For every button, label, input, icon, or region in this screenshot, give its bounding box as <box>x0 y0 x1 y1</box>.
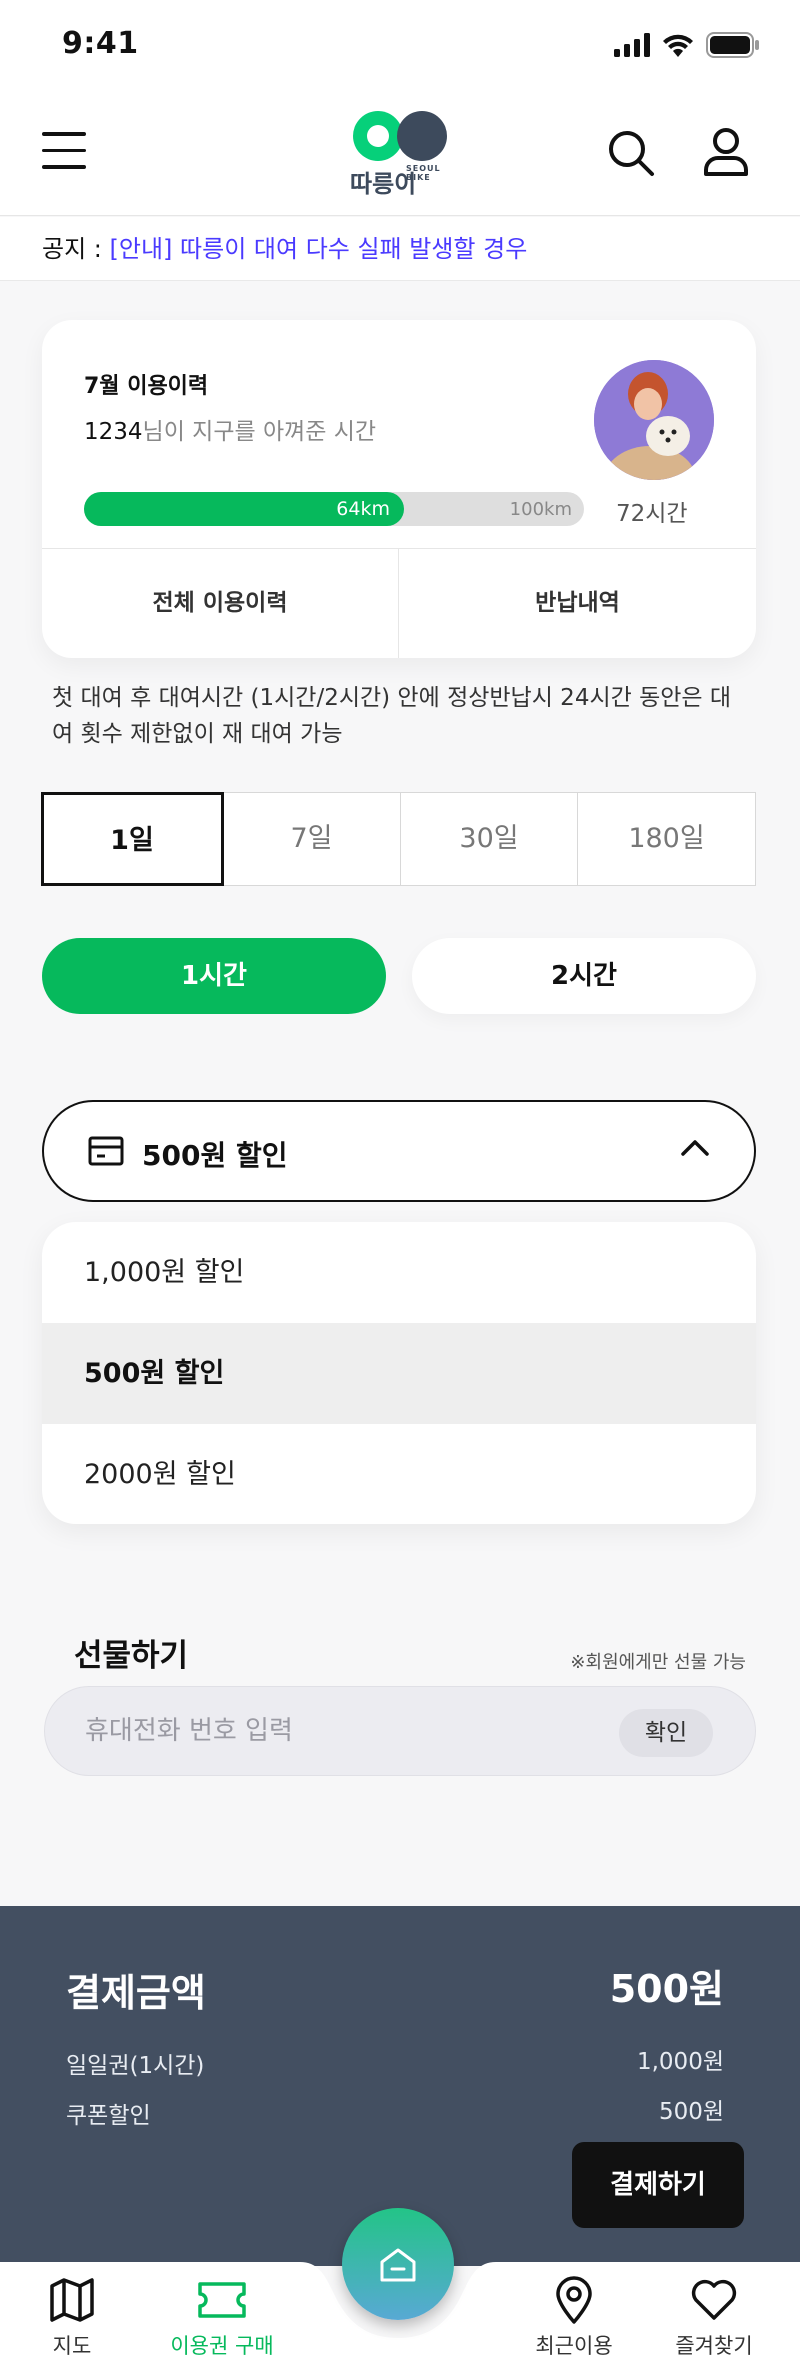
coupon-options-list: 1,000원 할인 500원 할인 2000원 할인 <box>42 1222 756 1524</box>
payment-title: 결제금액 <box>66 1971 206 2015</box>
app-header: 따릉이 SEOUL BIKE <box>0 92 800 216</box>
payment-discount-label: 쿠폰할인 <box>66 2103 151 2129</box>
distance-progress-bar: 64km 100km <box>84 492 584 526</box>
battery-icon <box>706 32 759 58</box>
gift-confirm-button[interactable]: 확인 <box>619 1709 713 1757</box>
app-logo[interactable]: 따릉이 SEOUL BIKE <box>348 110 452 200</box>
tab-1day[interactable]: 1일 <box>40 792 224 886</box>
menu-button[interactable] <box>42 132 90 176</box>
notice-bar: 공지 : [안내] 따릉이 대여 다수 실패 발생할 경우 <box>0 217 800 281</box>
usage-user-count: 1234 <box>84 419 143 445</box>
coupon-option[interactable]: 2000원 할인 <box>42 1424 756 1524</box>
payment-item-value: 1,000원 <box>636 2049 724 2075</box>
nav-recent[interactable]: 최근이용 <box>504 2262 644 2370</box>
distance-progress-fill: 64km <box>84 492 404 526</box>
status-bar: 9:41 <box>0 0 800 92</box>
all-history-button[interactable]: 전체 이용이력 <box>42 549 399 658</box>
tab-7day[interactable]: 7일 <box>222 792 401 886</box>
gift-title: 선물하기 <box>74 1638 189 1674</box>
hour-1-button[interactable]: 1시간 <box>42 938 386 1014</box>
distance-max: 100km <box>509 499 572 520</box>
home-button[interactable] <box>342 2208 454 2320</box>
ticket-icon <box>198 2282 246 2318</box>
profile-button[interactable] <box>700 126 752 180</box>
payment-discount-value: 500원 <box>658 2099 724 2125</box>
signal-icon <box>614 33 650 57</box>
gift-note: ※회원에게만 선물 가능 <box>570 1652 746 1673</box>
status-icons <box>614 32 760 58</box>
tab-180day[interactable]: 180일 <box>577 792 756 886</box>
location-pin-icon <box>556 2276 592 2324</box>
home-icon <box>380 2248 416 2282</box>
nav-recent-label: 최근이용 <box>535 2334 613 2358</box>
rental-rule-text: 첫 대여 후 대여시간 (1시간/2시간) 안에 정상반납시 24시간 동안은 … <box>52 685 732 747</box>
avatar-photo <box>594 360 714 480</box>
status-time: 9:41 <box>62 26 139 61</box>
menu-line <box>42 165 86 169</box>
user-icon <box>704 128 748 176</box>
hour-2-button[interactable]: 2시간 <box>412 938 756 1014</box>
logo-sub-seoul: SEOUL <box>406 164 441 173</box>
coupon-card-icon <box>88 1136 124 1166</box>
nav-map-label: 지도 <box>52 2334 92 2358</box>
coupon-dropdown[interactable]: 500원 할인 <box>42 1100 756 1202</box>
logo-circles-icon <box>353 111 447 161</box>
return-history-button[interactable]: 반납내역 <box>399 549 756 658</box>
pay-button[interactable]: 결제하기 <box>572 2142 744 2228</box>
logo-sub-bike: BIKE <box>406 173 431 182</box>
coupon-option-selected[interactable]: 500원 할인 <box>42 1323 756 1424</box>
menu-line <box>42 148 86 152</box>
notice-link[interactable]: [안내] 따릉이 대여 다수 실패 발생할 경우 <box>110 235 528 263</box>
usage-subtitle-rest: 님이 지구를 아껴준 시간 <box>142 419 377 445</box>
usage-hours: 72시간 <box>616 501 688 527</box>
tab-30day[interactable]: 30일 <box>399 792 579 886</box>
phone-number-input[interactable] <box>85 1709 605 1753</box>
chevron-up-icon <box>681 1140 709 1156</box>
usage-history-card: 7월 이용이력 1234님이 지구를 아껴준 시간 64km 100km 72시… <box>42 320 756 658</box>
nav-ticket-label: 이용권 구매 <box>170 2334 274 2358</box>
wifi-icon <box>663 34 693 57</box>
nav-favorites[interactable]: 즐겨찾기 <box>644 2262 784 2370</box>
gift-phone-field: 확인 <box>44 1686 756 1776</box>
period-tabs: 1일 7일 30일 180일 <box>40 792 756 886</box>
nav-map[interactable]: 지도 <box>2 2262 142 2370</box>
usage-subtitle: 1234님이 지구를 아껴준 시간 <box>84 412 376 446</box>
heart-icon <box>691 2279 737 2320</box>
payment-total: 500원 <box>609 1967 724 2011</box>
logo-subtext: SEOUL BIKE <box>406 164 441 182</box>
distance-value: 64km <box>336 498 390 520</box>
map-icon <box>50 2278 94 2322</box>
notice-label: 공지 : <box>42 235 110 263</box>
nav-favorites-label: 즐겨찾기 <box>675 2334 753 2358</box>
usage-title: 7월 이용이력 <box>84 374 209 399</box>
nav-ticket[interactable]: 이용권 구매 <box>152 2262 292 2370</box>
payment-item-label: 일일권(1시간) <box>66 2053 205 2079</box>
coupon-selected-value: 500원 할인 <box>142 1139 288 1172</box>
search-icon <box>609 131 654 176</box>
search-button[interactable] <box>606 128 658 180</box>
menu-line <box>42 132 86 136</box>
avatar[interactable] <box>594 360 714 480</box>
coupon-option[interactable]: 1,000원 할인 <box>42 1222 756 1323</box>
